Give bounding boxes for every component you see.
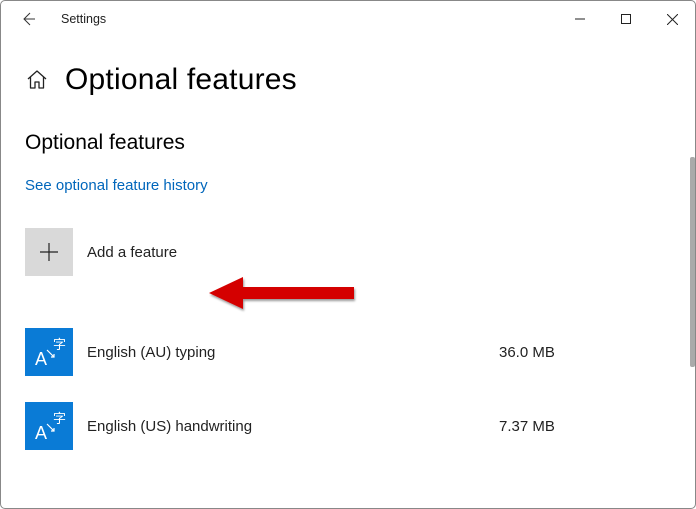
feature-item[interactable]: 字 A English (US) handwriting 7.37 MB	[25, 402, 585, 450]
close-button[interactable]	[649, 3, 695, 35]
feature-item[interactable]: 字 A English (AU) typing 36.0 MB	[25, 328, 585, 376]
page-header: Optional features	[25, 63, 671, 97]
add-feature-item[interactable]: Add a feature	[25, 228, 585, 276]
feature-name: English (AU) typing	[87, 344, 485, 361]
minimize-button[interactable]	[557, 3, 603, 35]
svg-text:A: A	[35, 423, 47, 443]
section-heading: Optional features	[25, 131, 671, 155]
maximize-button[interactable]	[603, 3, 649, 35]
plus-icon	[39, 242, 59, 262]
back-button[interactable]	[13, 4, 43, 34]
minimize-icon	[575, 14, 585, 24]
arrow-left-icon	[20, 11, 36, 27]
feature-history-link[interactable]: See optional feature history	[25, 177, 208, 194]
window-title: Settings	[61, 12, 106, 26]
add-feature-label: Add a feature	[87, 244, 177, 261]
scrollbar[interactable]	[690, 157, 695, 367]
feature-size: 36.0 MB	[499, 344, 579, 361]
close-icon	[667, 14, 678, 25]
content-area: Optional features Optional features See …	[1, 37, 695, 508]
titlebar: Settings	[1, 1, 695, 37]
feature-name: English (US) handwriting	[87, 418, 485, 435]
language-icon: 字 A	[29, 332, 69, 372]
features-list: Add a feature 字 A English (AU) typing 36…	[25, 228, 585, 450]
feature-size: 7.37 MB	[499, 418, 579, 435]
svg-text:字: 字	[53, 411, 66, 426]
window-controls	[557, 3, 695, 35]
settings-window: Settings	[0, 0, 696, 509]
home-icon[interactable]	[25, 68, 49, 92]
language-icon: 字 A	[29, 406, 69, 446]
svg-text:字: 字	[53, 337, 66, 352]
maximize-icon	[621, 14, 631, 24]
svg-text:A: A	[35, 349, 47, 369]
language-tile: 字 A	[25, 328, 73, 376]
page-title: Optional features	[65, 63, 297, 97]
add-feature-tile[interactable]	[25, 228, 73, 276]
language-tile: 字 A	[25, 402, 73, 450]
